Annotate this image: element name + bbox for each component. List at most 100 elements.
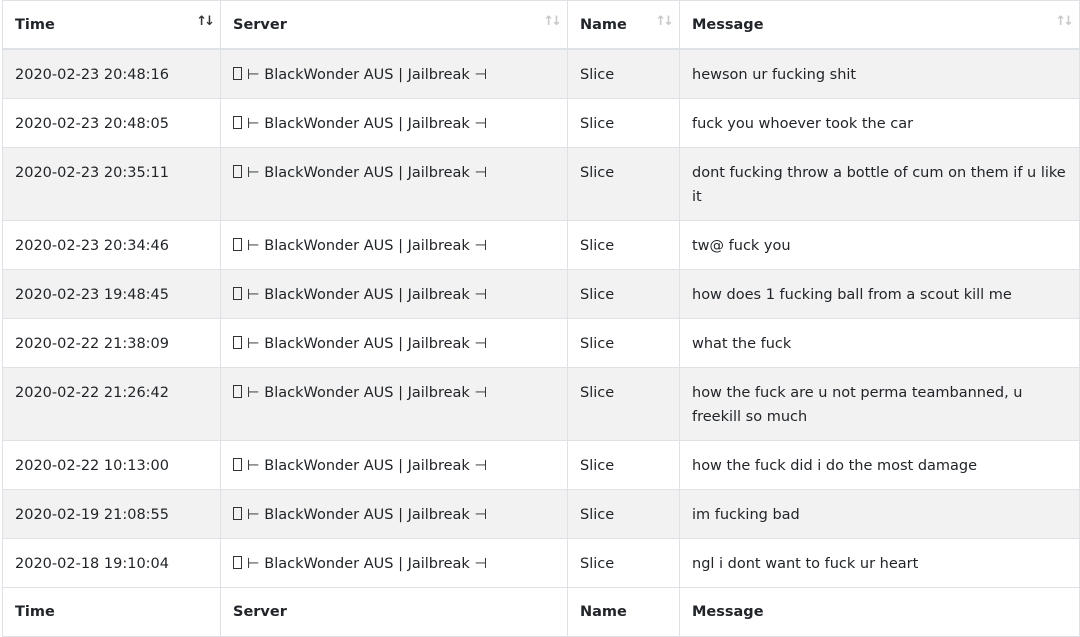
footer-server: Server (220, 587, 568, 637)
column-header-server[interactable]: Server ↑↓ (220, 0, 568, 50)
table-row: 2020-02-23 20:35:11 ⊢ BlackWonder AUS | J… (2, 147, 1080, 221)
cell-name: Slice (567, 318, 680, 368)
table-row: 2020-02-23 20:34:46 ⊢ BlackWonder AUS | J… (2, 220, 1080, 270)
cell-time: 2020-02-23 20:48:16 (2, 48, 221, 99)
server-prefix: ⊢ (247, 507, 260, 523)
flag-icon (233, 458, 242, 471)
column-header-time[interactable]: Time ↑↓ (2, 0, 221, 50)
flag-icon (233, 336, 242, 349)
server-suffix: ⊣ (474, 116, 488, 132)
cell-message: what the fuck (679, 318, 1080, 368)
sort-icon[interactable]: ↑↓ (655, 14, 674, 29)
cell-name: Slice (567, 98, 680, 148)
cell-message: how the fuck are u not perma teambanned,… (679, 367, 1080, 441)
cell-time: 2020-02-23 20:35:11 (2, 147, 221, 221)
cell-time: 2020-02-22 21:38:09 (2, 318, 221, 368)
server-prefix: ⊢ (247, 165, 260, 181)
cell-time: 2020-02-23 20:48:05 (2, 98, 221, 148)
chat-log-table: Time ↑↓ Server ↑↓ Name ↑↓ Message ↑↓ 2020-02… (2, 0, 1080, 637)
cell-message: tw@ fuck you (679, 220, 1080, 270)
cell-server: ⊢ BlackWonder AUS | Jailbreak ⊣ (220, 440, 568, 490)
cell-server: ⊢ BlackWonder AUS | Jailbreak ⊣ (220, 538, 568, 588)
table-row: 2020-02-18 19:10:04 ⊢ BlackWonder AUS | J… (2, 538, 1080, 588)
cell-server: ⊢ BlackWonder AUS | Jailbreak ⊣ (220, 367, 568, 441)
table-row: 2020-02-23 19:48:45 ⊢ BlackWonder AUS | J… (2, 269, 1080, 319)
cell-message: fuck you whoever took the car (679, 98, 1080, 148)
flag-icon (233, 165, 242, 178)
cell-server: ⊢ BlackWonder AUS | Jailbreak ⊣ (220, 147, 568, 221)
server-suffix: ⊣ (474, 507, 488, 523)
footer-name: Name (567, 587, 680, 637)
sort-icon[interactable]: ↑↓ (1055, 14, 1074, 29)
server-suffix: ⊣ (474, 458, 488, 474)
table-row: 2020-02-19 21:08:55 ⊢ BlackWonder AUS | J… (2, 489, 1080, 539)
server-prefix: ⊢ (247, 116, 260, 132)
sort-icon[interactable]: ↑↓ (543, 14, 562, 29)
cell-server: ⊢ BlackWonder AUS | Jailbreak ⊣ (220, 48, 568, 99)
cell-name: Slice (567, 440, 680, 490)
table-body: 2020-02-23 20:48:16 ⊢ BlackWonder AUS | J… (2, 48, 1080, 588)
server-suffix: ⊣ (474, 556, 488, 572)
server-prefix: ⊢ (247, 336, 260, 352)
table-footer: Time Server Name Message (2, 587, 1080, 637)
server-name: BlackWonder AUS | Jailbreak (264, 116, 470, 132)
cell-message: dont fucking throw a bottle of cum on th… (679, 147, 1080, 221)
cell-name: Slice (567, 538, 680, 588)
table-row: 2020-02-23 20:48:05 ⊢ BlackWonder AUS | J… (2, 98, 1080, 148)
server-prefix: ⊢ (247, 238, 260, 254)
cell-message: im fucking bad (679, 489, 1080, 539)
cell-message: how the fuck did i do the most damage (679, 440, 1080, 490)
server-suffix: ⊣ (474, 385, 488, 401)
cell-name: Slice (567, 489, 680, 539)
cell-time: 2020-02-23 19:48:45 (2, 269, 221, 319)
flag-icon (233, 556, 242, 569)
server-prefix: ⊢ (247, 287, 260, 303)
server-name: BlackWonder AUS | Jailbreak (264, 385, 470, 401)
server-suffix: ⊣ (474, 238, 488, 254)
table-row: 2020-02-23 20:48:16 ⊢ BlackWonder AUS | J… (2, 48, 1080, 99)
server-name: BlackWonder AUS | Jailbreak (264, 556, 470, 572)
cell-time: 2020-02-18 19:10:04 (2, 538, 221, 588)
table-header: Time ↑↓ Server ↑↓ Name ↑↓ Message ↑↓ (2, 0, 1080, 50)
server-suffix: ⊣ (474, 67, 488, 83)
flag-icon (233, 116, 242, 129)
cell-server: ⊢ BlackWonder AUS | Jailbreak ⊣ (220, 98, 568, 148)
cell-time: 2020-02-19 21:08:55 (2, 489, 221, 539)
cell-name: Slice (567, 367, 680, 441)
server-suffix: ⊣ (474, 287, 488, 303)
flag-icon (233, 287, 242, 300)
server-name: BlackWonder AUS | Jailbreak (264, 67, 470, 83)
server-name: BlackWonder AUS | Jailbreak (264, 287, 470, 303)
cell-server: ⊢ BlackWonder AUS | Jailbreak ⊣ (220, 489, 568, 539)
server-prefix: ⊢ (247, 458, 260, 474)
cell-name: Slice (567, 48, 680, 99)
footer-time: Time (2, 587, 221, 637)
cell-message: hewson ur fucking shit (679, 48, 1080, 99)
server-name: BlackWonder AUS | Jailbreak (264, 507, 470, 523)
server-suffix: ⊣ (474, 165, 488, 181)
flag-icon (233, 507, 242, 520)
flag-icon (233, 385, 242, 398)
cell-name: Slice (567, 269, 680, 319)
cell-name: Slice (567, 147, 680, 221)
server-name: BlackWonder AUS | Jailbreak (264, 238, 470, 254)
cell-server: ⊢ BlackWonder AUS | Jailbreak ⊣ (220, 318, 568, 368)
flag-icon (233, 67, 242, 80)
table-row: 2020-02-22 21:38:09 ⊢ BlackWonder AUS | J… (2, 318, 1080, 368)
table-row: 2020-02-22 10:13:00 ⊢ BlackWonder AUS | J… (2, 440, 1080, 490)
server-prefix: ⊢ (247, 67, 260, 83)
cell-message: ngl i dont want to fuck ur heart (679, 538, 1080, 588)
server-name: BlackWonder AUS | Jailbreak (264, 336, 470, 352)
server-suffix: ⊣ (474, 336, 488, 352)
column-header-message[interactable]: Message ↑↓ (679, 0, 1080, 50)
cell-server: ⊢ BlackWonder AUS | Jailbreak ⊣ (220, 269, 568, 319)
cell-time: 2020-02-22 21:26:42 (2, 367, 221, 441)
flag-icon (233, 238, 242, 251)
server-prefix: ⊢ (247, 556, 260, 572)
server-prefix: ⊢ (247, 385, 260, 401)
server-name: BlackWonder AUS | Jailbreak (264, 458, 470, 474)
cell-name: Slice (567, 220, 680, 270)
table-row: 2020-02-22 21:26:42 ⊢ BlackWonder AUS | J… (2, 367, 1080, 441)
column-header-name[interactable]: Name ↑↓ (567, 0, 680, 50)
sort-icon[interactable]: ↑↓ (196, 14, 215, 29)
